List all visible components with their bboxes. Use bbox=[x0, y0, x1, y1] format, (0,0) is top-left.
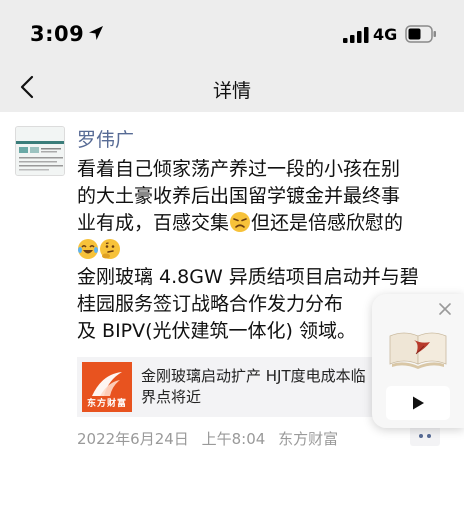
floating-player[interactable] bbox=[372, 294, 464, 428]
avatar-image bbox=[16, 127, 64, 175]
link-card-title: 金刚玻璃启动扩产 HJT度电成本临界点将近 bbox=[141, 367, 366, 406]
signal-bars-icon bbox=[343, 27, 369, 43]
post-text-line: 看着自己倾家荡产养过一段的小孩在别 bbox=[77, 158, 401, 180]
play-button[interactable] bbox=[386, 386, 450, 420]
crying-laughing-emoji bbox=[78, 239, 98, 259]
dot-icon bbox=[427, 434, 431, 438]
logo-label: 东方财富 bbox=[86, 399, 127, 409]
post-date: 2022年6月24日 bbox=[77, 430, 189, 448]
avatar[interactable] bbox=[15, 126, 65, 176]
author-name[interactable]: 罗伟广 bbox=[77, 125, 134, 152]
play-icon bbox=[413, 396, 424, 410]
post-text-line: 的大土豪收养后出国留学镀金并最终事 bbox=[77, 185, 401, 207]
post-text-line: 金刚玻璃 4.8GW 异质结项目启动并与碧 bbox=[77, 266, 419, 288]
post-meta: 2022年6月24日 上午8:04 东方财富 bbox=[77, 428, 346, 449]
post-text-line: 业有成，百感交集 但还是倍感欣慰的 bbox=[77, 210, 462, 237]
post-time: 上午8:04 bbox=[201, 430, 266, 448]
nav-bar: 详情 bbox=[0, 62, 464, 112]
status-bar: 3:09 4G bbox=[0, 0, 464, 62]
post-text-segment: 但还是倍感欣慰的 bbox=[251, 212, 404, 234]
more-options-button[interactable] bbox=[410, 426, 440, 446]
page-title: 详情 bbox=[212, 80, 251, 102]
link-card[interactable]: 东方财富 金刚玻璃启动扩产 HJT度电成本临界点将近 bbox=[77, 357, 377, 417]
close-icon[interactable] bbox=[436, 300, 454, 318]
post-source[interactable]: 东方财富 bbox=[278, 430, 338, 448]
location-arrow-icon bbox=[89, 26, 103, 40]
battery-icon bbox=[405, 25, 436, 43]
status-time: 3:09 bbox=[30, 22, 85, 46]
post-text-segment: 业有成，百感交集 bbox=[77, 212, 230, 234]
network-type: 4G bbox=[373, 25, 398, 44]
dot-icon bbox=[419, 434, 423, 438]
frowning-face-emoji bbox=[230, 212, 251, 232]
thinking-face-emoji bbox=[100, 239, 120, 259]
open-book-image bbox=[386, 320, 450, 370]
post-text-line bbox=[77, 237, 462, 264]
eastmoney-logo: 东方财富 bbox=[82, 362, 132, 412]
